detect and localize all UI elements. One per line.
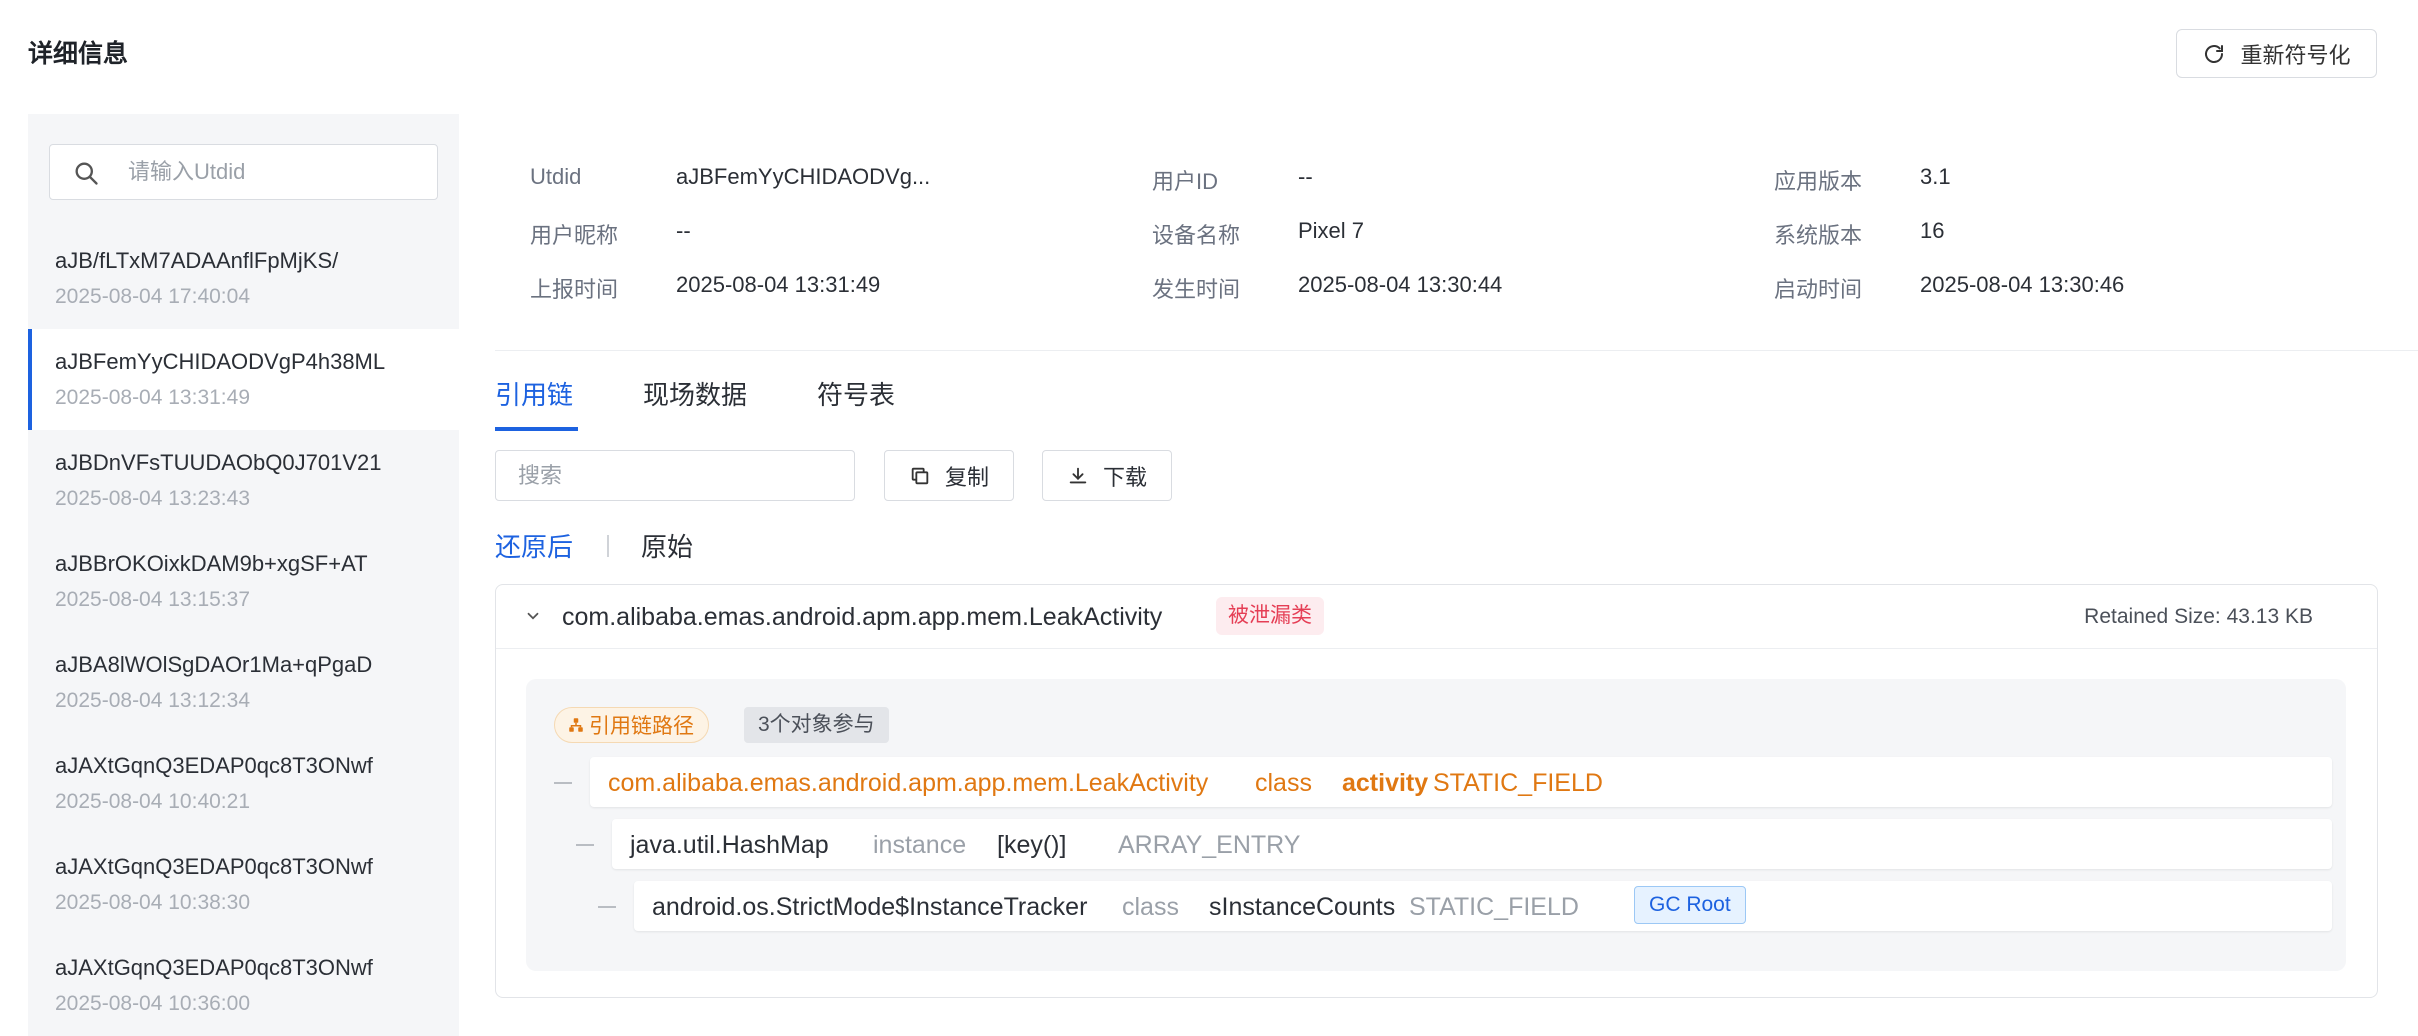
leak-class-name: com.alibaba.emas.android.apm.app.mem.Lea…: [562, 603, 1163, 631]
record-time: 2025-08-04 13:31:49: [55, 386, 250, 409]
active-tab-indicator: [495, 427, 578, 431]
chain-path-chip: 引用链路径: [554, 707, 709, 743]
view-restored[interactable]: 还原后: [495, 527, 573, 564]
record-utdid: aJBA8lWOlSgDAOr1Ma+qPgaD: [55, 652, 373, 677]
chain-path-label: 引用链路径: [589, 715, 694, 738]
leak-card: com.alibaba.emas.android.apm.app.mem.Lea…: [495, 584, 2378, 998]
chain-search-input[interactable]: [518, 461, 838, 491]
node-field-type: STATIC_FIELD: [1409, 893, 1579, 921]
record-utdid: aJBFemYyCHIDAODVgP4h38ML: [55, 349, 386, 374]
node-field-type: ARRAY_ENTRY: [1118, 831, 1301, 859]
record-utdid: aJAXtGqnQ3EDAP0qc8T3ONwf: [55, 854, 373, 879]
tree-connector: [554, 782, 572, 784]
node-class-name: com.alibaba.emas.android.apm.app.mem.Lea…: [608, 769, 1209, 797]
object-count-chip: 3个对象参与: [744, 707, 889, 743]
node-kind: class: [1122, 893, 1179, 921]
tree-connector: [576, 844, 594, 846]
chain-search-box[interactable]: [495, 450, 855, 501]
refresh-icon: [2205, 44, 2224, 63]
reference-chain-box: 引用链路径 3个对象参与 com.alibaba.emas.android.ap…: [526, 679, 2346, 971]
copy-label: 复制: [944, 464, 989, 490]
node-field-type: STATIC_FIELD: [1433, 769, 1603, 797]
record-list: aJB/fLTxM7ADAAnflFpMjKS/2025-08-04 17:40…: [28, 228, 459, 1036]
chevron-down-icon[interactable]: [524, 607, 542, 625]
utdid-search-input[interactable]: [128, 157, 418, 187]
node-field: [key()]: [997, 831, 1067, 859]
record-time: 2025-08-04 17:40:04: [55, 285, 250, 308]
copy-button[interactable]: 复制: [884, 450, 1014, 501]
download-button[interactable]: 下载: [1042, 450, 1172, 501]
node-field: activity: [1342, 769, 1429, 797]
record-item[interactable]: aJBDnVFsTUUDAObQ0J701V21 2025-08-04 13:23…: [28, 430, 459, 531]
node-field: sInstanceCounts: [1209, 893, 1396, 921]
resymbolize-button[interactable]: 重新符号化: [2176, 29, 2377, 78]
copy-icon: [911, 467, 929, 484]
record-utdid: aJB/fLTxM7ADAAnflFpMjKS/: [55, 248, 339, 273]
page-title: 详细信息: [28, 40, 129, 68]
record-sidebar: aJB/fLTxM7ADAAnflFpMjKS/2025-08-04 17:40…: [28, 114, 459, 1036]
record-utdid: aJBBrOKOixkDAM9b+xgSF+AT: [55, 551, 368, 576]
tab-symbol-table[interactable]: 符号表: [817, 375, 895, 412]
chain-node[interactable]: java.util.HashMap instance [key()] ARRAY…: [612, 819, 2332, 869]
node-kind: instance: [873, 831, 967, 859]
record-time: 2025-08-04 13:15:37: [55, 588, 250, 611]
download-icon: [1069, 467, 1087, 483]
record-item-selected[interactable]: aJBFemYyCHIDAODVgP4h38ML 2025-08-04 13:31…: [28, 329, 459, 430]
chain-node[interactable]: android.os.StrictMode$InstanceTracker cl…: [634, 881, 2332, 931]
record-item[interactable]: aJBBrOKOixkDAM9b+xgSF+AT 2025-08-04 13:15…: [28, 531, 459, 632]
resymbolize-label: 重新符号化: [2240, 42, 2351, 68]
record-item[interactable]: aJAXtGqnQ3EDAP0qc8T3ONwf 2025-08-04 10:36…: [28, 935, 459, 1036]
node-class-name: android.os.StrictMode$InstanceTracker: [652, 893, 1088, 921]
tab-ref-chain[interactable]: 引用链: [495, 375, 573, 412]
tree-connector: [598, 906, 616, 908]
record-utdid: aJBDnVFsTUUDAObQ0J701V21: [55, 450, 382, 475]
record-time: 2025-08-04 10:36:00: [55, 992, 250, 1015]
record-time: 2025-08-04 13:23:43: [55, 487, 250, 510]
tab-scene-data[interactable]: 现场数据: [643, 375, 747, 412]
leak-card-header[interactable]: com.alibaba.emas.android.apm.app.mem.Lea…: [496, 585, 2377, 649]
record-time: 2025-08-04 13:12:34: [55, 689, 250, 712]
download-label: 下载: [1102, 464, 1147, 490]
section-divider: [495, 350, 2418, 351]
search-icon: [75, 162, 98, 185]
gc-root-badge: GC Root: [1634, 886, 1746, 924]
record-item[interactable]: aJAXtGqnQ3EDAP0qc8T3ONwf 2025-08-04 10:40…: [28, 733, 459, 834]
hierarchy-icon: [569, 718, 583, 732]
utdid-search-box[interactable]: [49, 144, 438, 200]
node-kind: class: [1255, 769, 1312, 797]
record-item[interactable]: aJBA8lWOlSgDAOr1Ma+qPgaD 2025-08-04 13:12…: [28, 632, 459, 733]
record-time: 2025-08-04 10:40:21: [55, 790, 250, 813]
record-utdid: aJAXtGqnQ3EDAP0qc8T3ONwf: [55, 955, 373, 980]
chain-node[interactable]: com.alibaba.emas.android.apm.app.mem.Lea…: [590, 757, 2332, 807]
retained-size: Retained Size: 43.13 KB: [2084, 605, 2313, 628]
node-class-name: java.util.HashMap: [630, 831, 829, 859]
record-utdid: aJAXtGqnQ3EDAP0qc8T3ONwf: [55, 753, 373, 778]
record-item[interactable]: aJAXtGqnQ3EDAP0qc8T3ONwf 2025-08-04 10:38…: [28, 834, 459, 935]
leaked-class-badge: 被泄漏类: [1216, 597, 1324, 635]
record-item[interactable]: aJB/fLTxM7ADAAnflFpMjKS/2025-08-04 17:40…: [28, 228, 459, 329]
view-toggle-separator: [607, 535, 609, 557]
record-time: 2025-08-04 10:38:30: [55, 891, 250, 914]
view-original[interactable]: 原始: [641, 527, 693, 564]
